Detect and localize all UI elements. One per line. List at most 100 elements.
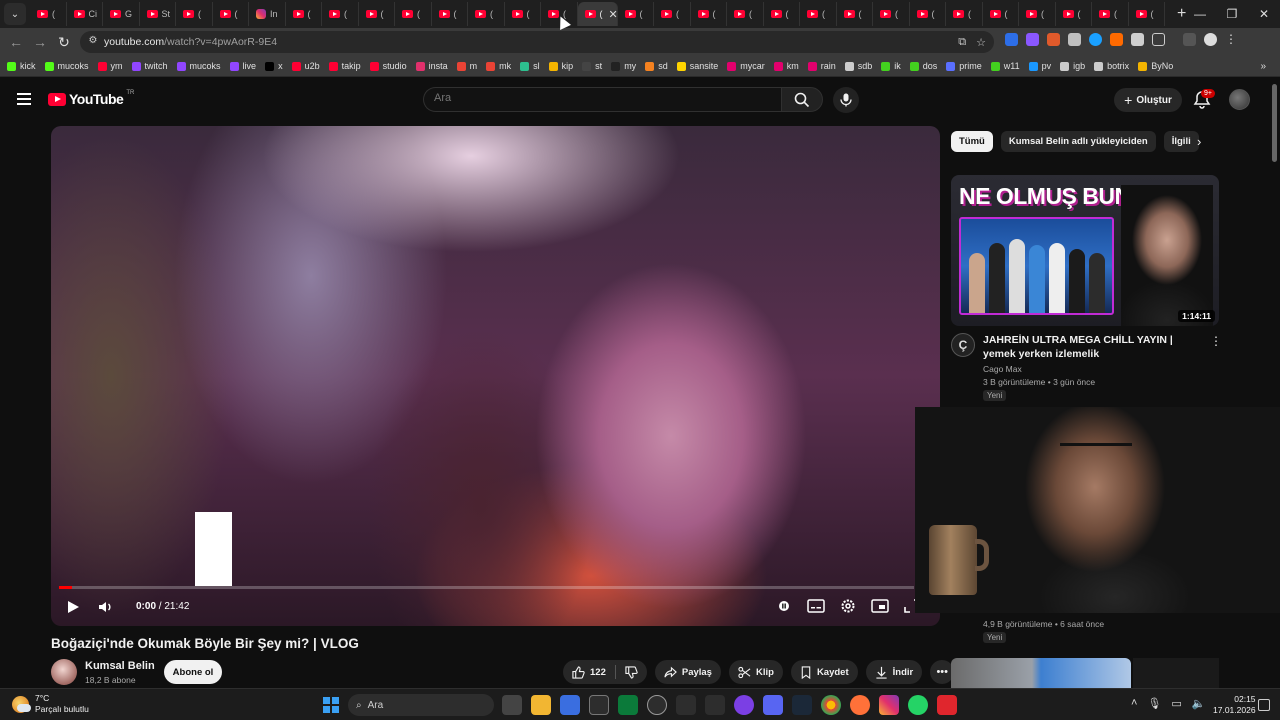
microphone-icon[interactable]: 🎙 [1147, 697, 1161, 710]
tab-search-button[interactable]: ⌄ [4, 3, 26, 25]
chip-related[interactable]: İlgili [1163, 131, 1199, 152]
browser-tab[interactable]: ( [468, 2, 505, 26]
channel-avatar-cago[interactable]: Ç [951, 333, 975, 357]
bookmark-item[interactable]: mycar [727, 61, 765, 71]
browser-tab[interactable]: ( [873, 2, 910, 26]
app-icon[interactable] [705, 695, 725, 715]
close-window-button[interactable]: ✕ [1248, 7, 1280, 21]
back-button[interactable]: ← [4, 34, 28, 50]
bookmark-item[interactable]: sdb [844, 61, 872, 71]
bookmark-item[interactable]: kip [548, 61, 573, 71]
like-button[interactable]: 122 [563, 665, 615, 679]
browser-tab[interactable]: ( [505, 2, 541, 26]
bookmark-item[interactable]: mk [486, 61, 511, 71]
bookmark-item[interactable]: insta [415, 61, 448, 71]
search-input[interactable] [434, 92, 754, 104]
more-vert-icon[interactable]: ⋮ [1210, 334, 1222, 348]
bookmark-item[interactable]: mucoks [44, 61, 89, 71]
recommendation-thumbnail[interactable] [951, 658, 1131, 688]
system-clock[interactable]: 02:15 17.01.2026 [1213, 694, 1256, 716]
app-icon[interactable] [734, 695, 754, 715]
whatsapp-icon[interactable] [908, 695, 928, 715]
bookmark-item[interactable]: sansite [676, 61, 718, 71]
browser-tab[interactable]: ( [395, 2, 432, 26]
autoplay-toggle-icon[interactable] [775, 598, 793, 614]
reading-list-icon[interactable] [1183, 32, 1196, 46]
browser-tab[interactable]: ( [1092, 2, 1129, 26]
address-bar[interactable]: ⚙ youtube.com/watch?v=4pwAorR-9E4 ⧉ ☆ [80, 31, 994, 53]
play-icon[interactable] [66, 600, 80, 614]
recommendation-thumbnail[interactable] [1133, 658, 1219, 688]
bookmark-item[interactable]: sl [520, 61, 540, 71]
chip-all[interactable]: Tümü [951, 131, 993, 152]
bookmark-item[interactable]: u2b [291, 61, 320, 71]
steam-icon[interactable] [792, 695, 812, 715]
chrome-icon[interactable] [821, 695, 841, 715]
miniplayer-icon[interactable] [871, 598, 889, 614]
browser-tab[interactable]: G [103, 2, 140, 26]
browser-tab[interactable]: Ci [67, 2, 103, 26]
extension-icon[interactable] [1089, 32, 1102, 46]
browser-tab[interactable]: St [140, 2, 176, 26]
bookmark-item[interactable]: twitch [131, 61, 168, 71]
browser-tab[interactable]: ( [691, 2, 727, 26]
browser-tab[interactable]: ( [286, 2, 322, 26]
weather-widget[interactable]: 7°C Parçalı bulutlu [12, 693, 89, 715]
chevron-up-icon[interactable]: ˄ [1131, 697, 1137, 710]
bookmark-item[interactable]: ym [97, 61, 123, 71]
share-button[interactable]: Paylaş [654, 660, 721, 684]
bookmark-item[interactable]: dos [909, 61, 937, 71]
browser-tab[interactable]: ( [322, 2, 359, 26]
browser-tab[interactable]: (✕ [577, 2, 618, 26]
bookmark-item[interactable]: takip [328, 61, 361, 71]
extension-icon[interactable] [1068, 32, 1081, 46]
channel-name[interactable]: Kumsal Belin [85, 660, 155, 672]
browser-tab[interactable]: ( [618, 2, 654, 26]
bookmark-item[interactable]: rain [807, 61, 836, 71]
page-scrollbar[interactable] [1272, 84, 1277, 162]
app-icon[interactable] [647, 695, 667, 715]
settings-app-icon[interactable] [589, 695, 609, 715]
network-icon[interactable]: ▭ [1171, 697, 1181, 710]
extension-icon[interactable] [1026, 32, 1039, 46]
clip-button[interactable]: Klip [728, 660, 783, 684]
bookmark-item[interactable]: ByNo [1138, 61, 1173, 71]
browser-tab[interactable]: ( [30, 2, 67, 26]
create-button[interactable]: + Oluştur [1114, 88, 1182, 112]
channel-avatar[interactable] [51, 659, 77, 685]
browser-tab[interactable]: ( [1056, 2, 1092, 26]
app-icon[interactable] [676, 695, 696, 715]
bookmark-item[interactable]: w11 [990, 61, 1020, 71]
chip-from-uploader[interactable]: Kumsal Belin adlı yükleyiciden [1000, 131, 1156, 152]
app-icon[interactable] [937, 695, 957, 715]
forward-button[interactable]: → [28, 34, 52, 50]
extension-icon[interactable] [1131, 32, 1144, 46]
bookmark-item[interactable]: igb [1060, 61, 1085, 71]
instagram-icon[interactable] [879, 695, 899, 715]
bookmark-item[interactable]: botrix [1094, 61, 1129, 71]
bookmark-item[interactable]: studio [369, 61, 407, 71]
discord-icon[interactable] [763, 695, 783, 715]
bookmark-item[interactable]: sd [645, 61, 668, 71]
browser-tab[interactable]: ( [359, 2, 395, 26]
browser-tab[interactable]: ( [983, 2, 1019, 26]
file-explorer-icon[interactable] [531, 695, 551, 715]
bookmark-item[interactable]: pv [1028, 61, 1051, 71]
volume-icon[interactable] [98, 600, 114, 614]
browser-tab[interactable]: ( [764, 2, 800, 26]
recommendation-thumbnail[interactable]: NE OLMUŞ BUNA 1:14:11 [951, 175, 1219, 326]
start-button[interactable] [323, 697, 339, 713]
browser-tab[interactable]: ( [213, 2, 249, 26]
search-button[interactable] [781, 87, 823, 112]
bookmark-item[interactable]: m [456, 61, 477, 71]
store-icon[interactable] [560, 695, 580, 715]
browser-tab[interactable]: ( [432, 2, 468, 26]
video-player[interactable]: 0:00 / 21:42 [51, 126, 940, 626]
bookmarks-overflow-icon[interactable]: » [1260, 61, 1266, 72]
bookmark-item[interactable]: st [582, 61, 602, 71]
chevron-right-icon[interactable]: › [1197, 134, 1201, 149]
bookmark-item[interactable]: live [229, 61, 256, 71]
settings-gear-icon[interactable] [839, 598, 857, 614]
extension-icon[interactable] [1005, 32, 1018, 46]
bookmark-item[interactable]: prime [946, 61, 982, 71]
